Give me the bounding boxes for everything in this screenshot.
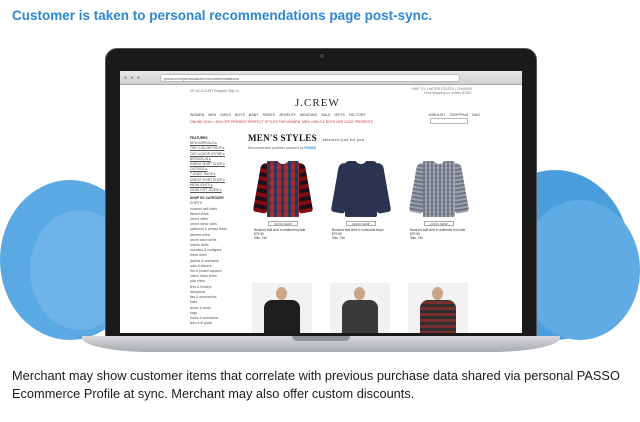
product-image-model[interactable]	[252, 283, 312, 333]
passo-logo[interactable]: PASSO	[304, 146, 316, 150]
product-sizes: Slim, Tall	[410, 236, 423, 240]
product-card[interactable]: QUICK SHOP Brushed twill shirt in horizo…	[328, 155, 394, 240]
quick-shop-button[interactable]: QUICK SHOP	[424, 221, 454, 226]
nav-right-links[interactable]: WISHLIST SHOPPING BAG	[429, 113, 480, 117]
product-image-model[interactable]	[408, 283, 468, 333]
recommendations-panel: MEN'S STYLES selected just for you Recom…	[248, 133, 478, 333]
page-title-text: MEN'S STYLES	[248, 133, 317, 143]
browser-toolbar: ● ● ● jcrew.com/personalized-recommendat…	[120, 71, 522, 85]
laptop-screen: ● ● ● jcrew.com/personalized-recommendat…	[120, 71, 522, 333]
product-image[interactable]	[330, 155, 392, 219]
camera-icon	[320, 54, 324, 58]
site-topbar: MY ACCOUNT Register Sign In SHIP TO: UNI…	[120, 86, 522, 96]
sidebar-item-feature[interactable]: GEAR GIFT GUIDE ▸	[190, 188, 244, 193]
features-list: NEW ARRIVALS ▸ THE LUDLOW SHOP ▸ THE LIQ…	[190, 141, 244, 193]
search-input[interactable]	[430, 118, 468, 124]
product-sizes: Slim, Tall	[332, 236, 345, 240]
laptop-notch	[292, 336, 350, 341]
sidebar-item-category[interactable]: teen & fit guide	[190, 321, 244, 326]
sidebar: FEATURES NEW ARRIVALS ▸ THE LUDLOW SHOP …	[190, 133, 244, 326]
site-logo[interactable]: J.CREW	[295, 97, 340, 109]
laptop-base	[82, 336, 560, 352]
main-nav: WOMEN MEN GIRLS BOYS BABY SHOES JEWELRY …	[190, 113, 480, 117]
product-card[interactable]: QUICK SHOP Brushed twill shirt in heathe…	[250, 155, 316, 240]
quick-shop-button[interactable]: QUICK SHOP	[346, 221, 376, 226]
laptop: ● ● ● jcrew.com/personalized-recommendat…	[105, 48, 537, 340]
headline: Customer is taken to personal recommenda…	[12, 8, 433, 23]
quick-shop-button[interactable]: QUICK SHOP	[268, 221, 298, 226]
caption: Merchant may show customer items that co…	[12, 368, 620, 401]
powered-by: Recommended products powered by PASSO	[248, 146, 478, 150]
product-image[interactable]	[408, 155, 470, 219]
category-list: brushed twill shirts flannel shirts oxfo…	[190, 207, 244, 327]
product-image-model[interactable]	[330, 283, 390, 333]
page-title: MEN'S STYLES selected just for you	[248, 133, 478, 143]
product-card[interactable]: QUICK SHOP Brushed twill shirt in authen…	[406, 155, 472, 240]
window-controls[interactable]: ● ● ●	[124, 75, 141, 81]
address-bar[interactable]: jcrew.com/personalized-recommendations	[160, 74, 460, 82]
cloud-shape-right-inner	[520, 200, 640, 340]
ship-to-info: SHIP TO: UNITED STATES | CHANGE Free shi…	[411, 87, 472, 95]
shipping-note: Free shipping on orders $150+	[424, 91, 472, 95]
powered-by-label: Recommended products powered by	[248, 146, 304, 150]
product-sizes: Slim, Tall	[254, 236, 267, 240]
page-subtitle: selected just for you	[322, 137, 365, 142]
account-links[interactable]: MY ACCOUNT Register Sign In	[190, 89, 239, 93]
nav-links[interactable]: WOMEN MEN GIRLS BOYS BABY SHOES JEWELRY …	[190, 113, 366, 117]
product-image[interactable]	[252, 155, 314, 219]
